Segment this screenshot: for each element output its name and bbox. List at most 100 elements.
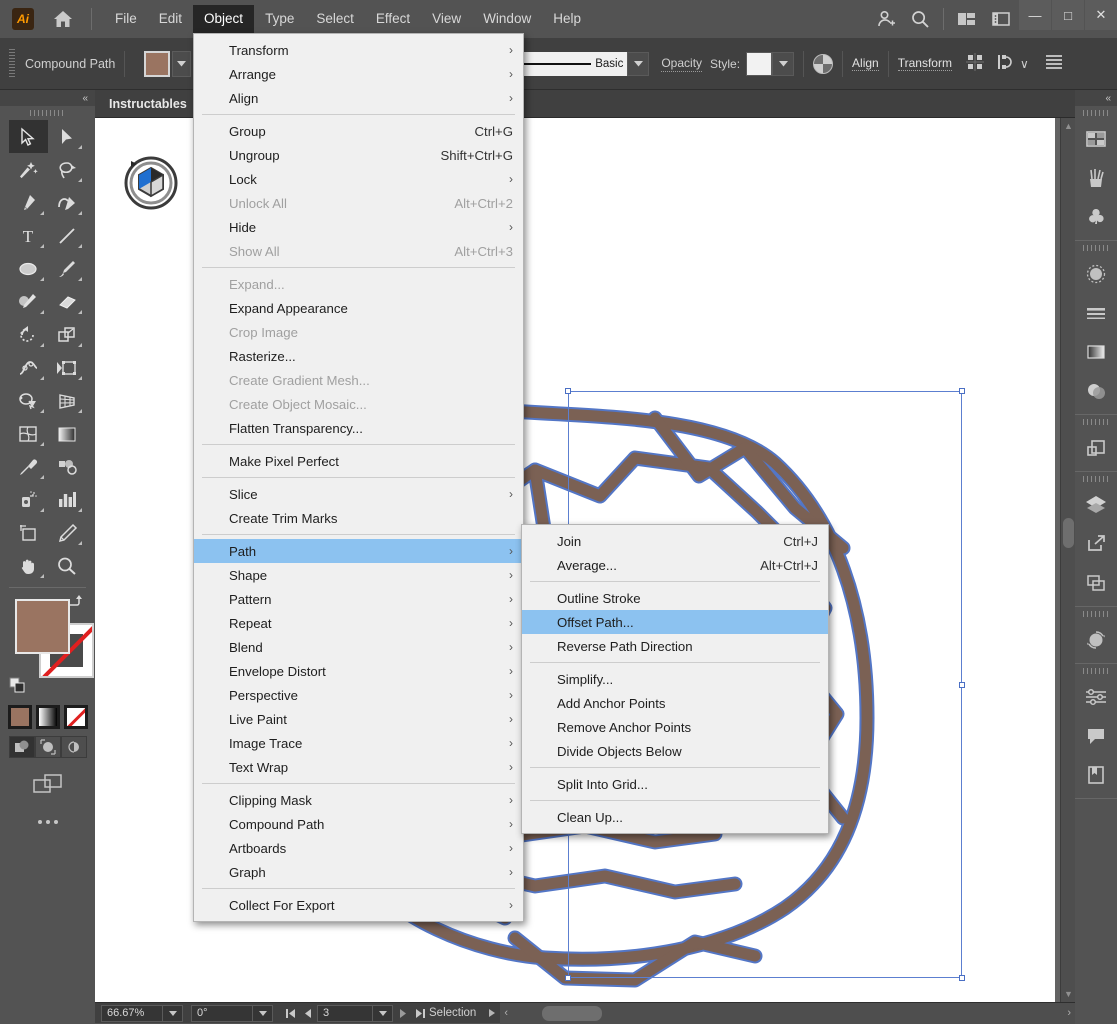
- menu-item-graph[interactable]: Graph ›: [194, 860, 523, 884]
- none-color-button[interactable]: [63, 705, 88, 729]
- stroke-profile-field[interactable]: Basic: [507, 51, 628, 76]
- brushes-panel-icon[interactable]: [1075, 158, 1117, 197]
- scale-tool[interactable]: [48, 318, 87, 351]
- zoom-chevron-icon[interactable]: [163, 1004, 183, 1022]
- menu-item-expand-appearance[interactable]: Expand Appearance: [194, 296, 523, 320]
- menubar-item-view[interactable]: View: [421, 5, 472, 33]
- dock-group-grip[interactable]: [1075, 106, 1117, 119]
- selection-handle[interactable]: [959, 388, 965, 394]
- toolbar-grip[interactable]: [0, 106, 95, 120]
- menu-item-pattern[interactable]: Pattern ›: [194, 587, 523, 611]
- search-icon[interactable]: [903, 0, 937, 38]
- menu-item-artboards[interactable]: Artboards ›: [194, 836, 523, 860]
- selection-handle[interactable]: [959, 681, 965, 688]
- blend-tool[interactable]: [48, 450, 87, 483]
- status-text[interactable]: Selection: [429, 1007, 476, 1019]
- minimize-button[interactable]: —: [1019, 0, 1051, 30]
- horizontal-scroll-thumb[interactable]: [542, 1005, 603, 1021]
- menu-item-divide-objects-below[interactable]: Divide Objects Below: [522, 739, 828, 763]
- draw-behind-icon[interactable]: [34, 736, 61, 758]
- menu-item-repeat[interactable]: Repeat ›: [194, 611, 523, 635]
- menu-item-ungroup[interactable]: Ungroup Shift+Ctrl+G: [194, 143, 523, 167]
- graphic-style-swatch[interactable]: [746, 51, 773, 76]
- opacity-label[interactable]: Opacity: [661, 56, 703, 72]
- dock-group-grip[interactable]: [1075, 607, 1117, 620]
- selection-handle[interactable]: [565, 975, 571, 981]
- vertical-scroll-thumb[interactable]: [1063, 518, 1074, 548]
- direct-selection-tool[interactable]: [48, 120, 87, 153]
- eyedropper-tool[interactable]: [9, 450, 48, 483]
- edit-toolbar-icon[interactable]: [0, 820, 95, 824]
- menubar-item-effect[interactable]: Effect: [365, 5, 421, 33]
- scroll-left-arrow-icon[interactable]: ‹: [500, 1007, 508, 1019]
- transparency-panel-icon[interactable]: [1075, 371, 1117, 410]
- panel-options-icon[interactable]: [1045, 54, 1063, 73]
- artboard-chevron-icon[interactable]: [373, 1004, 393, 1022]
- menu-item-transform[interactable]: Transform ›: [194, 38, 523, 62]
- rotate-tool[interactable]: [9, 318, 48, 351]
- free-transform-tool[interactable]: [48, 351, 87, 384]
- toolbar-fill-swatch[interactable]: [15, 599, 70, 654]
- document-info-panel-icon[interactable]: [1075, 755, 1117, 794]
- width-tool[interactable]: [9, 351, 48, 384]
- fill-color-control[interactable]: [144, 50, 192, 77]
- align-button[interactable]: Align: [852, 56, 879, 71]
- dock-group-grip[interactable]: [1075, 664, 1117, 677]
- menu-item-arrange[interactable]: Arrange ›: [194, 62, 523, 86]
- dock-collapse-button[interactable]: «: [1075, 90, 1117, 106]
- artboards-panel-icon[interactable]: [1075, 563, 1117, 602]
- libraries-panel-icon[interactable]: [1075, 677, 1117, 716]
- eraser-tool[interactable]: [48, 285, 87, 318]
- menu-item-average[interactable]: Average... Alt+Ctrl+J: [522, 553, 828, 577]
- maximize-button[interactable]: □: [1052, 0, 1084, 30]
- pen-tool[interactable]: [9, 186, 48, 219]
- perspective-grid-tool[interactable]: [48, 384, 87, 417]
- change-screen-mode-icon[interactable]: [0, 772, 95, 796]
- menu-item-make-pixel-perfect[interactable]: Make Pixel Perfect: [194, 449, 523, 473]
- stroke-panel-icon[interactable]: [1075, 293, 1117, 332]
- line-segment-tool[interactable]: [48, 219, 87, 252]
- zoom-tool[interactable]: [48, 549, 87, 582]
- toolbar-collapse-button[interactable]: «: [0, 90, 95, 106]
- column-graph-tool[interactable]: [48, 483, 87, 516]
- first-artboard-icon[interactable]: [281, 1004, 299, 1023]
- hand-tool[interactable]: [9, 549, 48, 582]
- curvature-tool[interactable]: [48, 186, 87, 219]
- dock-group-grip[interactable]: [1075, 241, 1117, 254]
- menu-item-envelope-distort[interactable]: Envelope Distort ›: [194, 659, 523, 683]
- layers-panel-icon[interactable]: [1075, 485, 1117, 524]
- menu-item-remove-anchor-points[interactable]: Remove Anchor Points: [522, 715, 828, 739]
- path-submenu[interactable]: Join Ctrl+J Average... Alt+Ctrl+J Outline St…: [521, 524, 829, 834]
- scroll-right-arrow-icon[interactable]: ›: [1067, 1007, 1075, 1019]
- opacity-mask-icon[interactable]: [813, 53, 834, 74]
- type-tool[interactable]: T: [9, 219, 48, 252]
- home-icon[interactable]: [51, 7, 75, 31]
- fill-swatch[interactable]: [144, 50, 171, 77]
- menu-item-rasterize[interactable]: Rasterize...: [194, 344, 523, 368]
- last-artboard-icon[interactable]: [411, 1004, 429, 1023]
- default-fill-stroke-icon[interactable]: [9, 677, 27, 695]
- menu-item-offset-path[interactable]: Offset Path...: [522, 610, 828, 634]
- paintbrush-tool[interactable]: [48, 252, 87, 285]
- menu-item-add-anchor-points[interactable]: Add Anchor Points: [522, 691, 828, 715]
- pathfinder-icon[interactable]: [996, 53, 1014, 74]
- menu-item-clipping-mask[interactable]: Clipping Mask ›: [194, 788, 523, 812]
- image-trace-panel-icon[interactable]: [1075, 620, 1117, 659]
- previous-artboard-icon[interactable]: [299, 1004, 317, 1023]
- menu-item-perspective[interactable]: Perspective ›: [194, 683, 523, 707]
- pathfinder-chevron-icon[interactable]: ∨: [1020, 57, 1029, 71]
- fill-dropdown-chevron-icon[interactable]: [172, 50, 192, 77]
- mesh-tool[interactable]: [9, 417, 48, 450]
- vertical-scrollbar[interactable]: ▲ ▼: [1060, 118, 1075, 1002]
- scroll-down-arrow-icon[interactable]: ▼: [1061, 986, 1076, 1002]
- menubar-item-select[interactable]: Select: [305, 5, 365, 33]
- comments-panel-icon[interactable]: [1075, 716, 1117, 755]
- rotation-field[interactable]: 0°: [191, 1004, 253, 1022]
- next-artboard-icon[interactable]: [393, 1004, 411, 1023]
- rotation-chevron-icon[interactable]: [253, 1004, 273, 1022]
- scroll-up-arrow-icon[interactable]: ▲: [1061, 118, 1076, 134]
- asset-export-panel-icon[interactable]: [1075, 524, 1117, 563]
- slice-tool[interactable]: [48, 516, 87, 549]
- symbol-sprayer-tool[interactable]: [9, 483, 48, 516]
- menu-item-slice[interactable]: Slice ›: [194, 482, 523, 506]
